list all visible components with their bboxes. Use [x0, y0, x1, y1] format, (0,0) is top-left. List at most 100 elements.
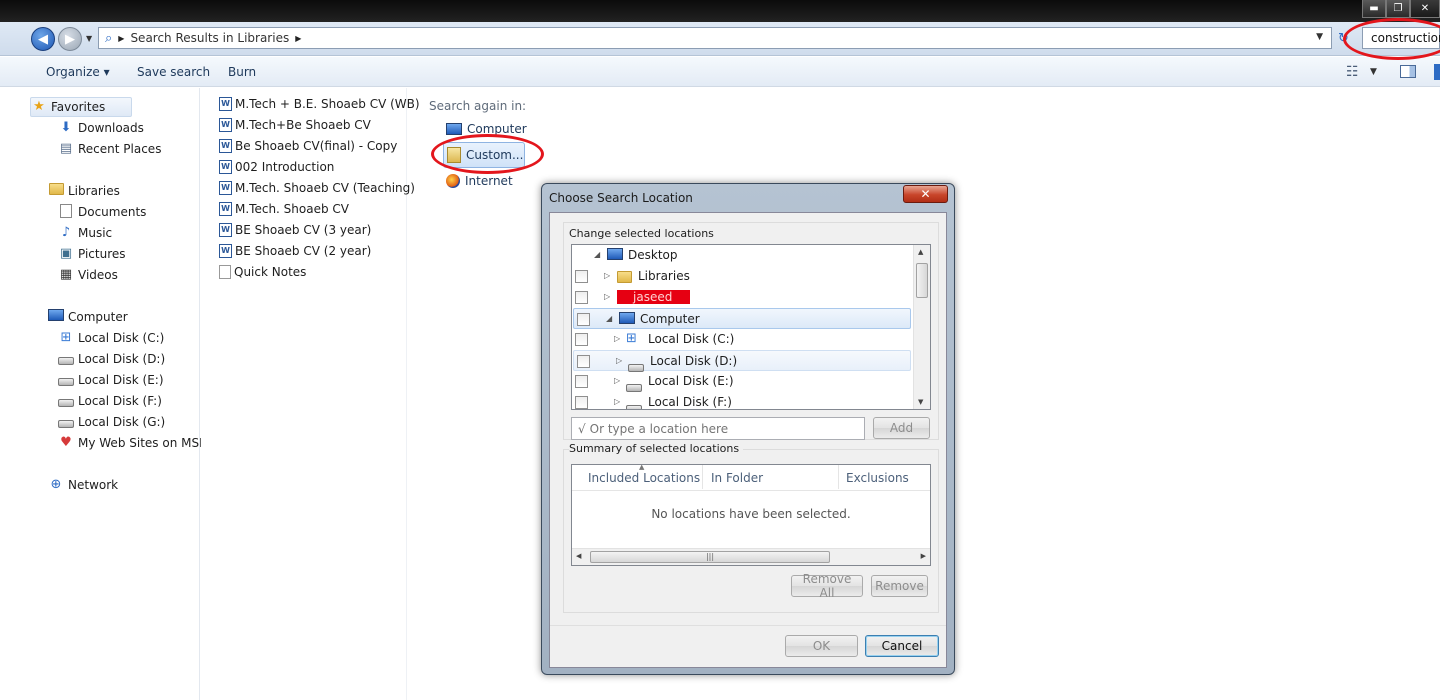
collapse-arrow-icon[interactable]: ◢ — [594, 250, 600, 259]
back-arrow-icon: ◀ — [38, 31, 48, 47]
change-view-icon[interactable]: ☷ — [1346, 64, 1359, 80]
nav-item-disk-c[interactable]: ⊞ Local Disk (C:) — [58, 328, 165, 348]
search-again-internet[interactable]: Internet — [446, 171, 513, 191]
list-item[interactable]: W 002 Introduction — [219, 157, 334, 177]
remove-button[interactable]: Remove — [871, 575, 928, 597]
word-doc-icon: W — [219, 181, 232, 195]
list-item[interactable]: W M.Tech. Shoaeb CV (Teaching) — [219, 178, 415, 198]
expand-arrow-icon[interactable]: ▷ — [616, 356, 622, 365]
nav-item-my-web-sites[interactable]: ♥ My Web Sites on MSN — [58, 433, 208, 453]
breadcrumb-separator-icon[interactable]: ▶ — [118, 34, 124, 43]
tree-item-disk-e[interactable]: ▷ Local Disk (E:) — [572, 371, 910, 392]
breadcrumb-chevron-icon[interactable]: ▶ — [295, 34, 301, 43]
word-doc-icon: W — [219, 160, 232, 174]
nav-item-disk-e[interactable]: Local Disk (E:) — [58, 370, 164, 390]
scroll-thumb[interactable]: ||| — [590, 551, 830, 563]
dialog-divider — [550, 625, 946, 626]
nav-item-downloads[interactable]: ⬇ Downloads — [58, 118, 144, 138]
breadcrumb-search-results[interactable]: Search Results in Libraries — [130, 31, 289, 45]
address-bar[interactable]: ⌕ ▶ Search Results in Libraries ▶ ▼ — [98, 27, 1332, 49]
tree-item-disk-d[interactable]: ▷ Local Disk (D:) — [573, 350, 911, 372]
list-item[interactable]: W BE Shoaeb CV (2 year) — [219, 241, 371, 261]
nav-item-disk-d[interactable]: Local Disk (D:) — [58, 349, 165, 369]
maximize-button[interactable]: ❐ — [1386, 0, 1410, 18]
tree-item-label: Computer — [640, 312, 700, 326]
scroll-left-arrow-icon[interactable]: ◀ — [576, 552, 581, 560]
remove-all-button[interactable]: Remove All — [791, 572, 863, 600]
tree-item-libraries[interactable]: ▷ Libraries — [572, 266, 910, 287]
nav-item-disk-f[interactable]: Local Disk (F:) — [58, 391, 162, 411]
scroll-thumb[interactable] — [916, 263, 928, 298]
scroll-right-arrow-icon[interactable]: ▶ — [921, 552, 926, 560]
add-button[interactable]: Add — [873, 417, 930, 439]
tree-item-desktop[interactable]: ◢ Desktop — [572, 245, 910, 266]
recent-pages-dropdown[interactable]: ▼ — [86, 34, 92, 43]
minimize-button[interactable]: ▬ — [1362, 0, 1386, 18]
location-input[interactable] — [589, 421, 850, 436]
summary-horizontal-scrollbar[interactable]: ◀ ||| ▶ — [572, 548, 930, 565]
list-item[interactable]: W BE Shoaeb CV (3 year) — [219, 220, 371, 240]
nav-network-label: Network — [68, 478, 119, 492]
tree-vertical-scrollbar[interactable]: ▲ ▼ — [913, 245, 930, 409]
column-exclusions[interactable]: Exclusions — [846, 471, 909, 485]
nav-favorites[interactable]: ★ Favorites — [30, 97, 133, 117]
save-search-button[interactable]: Save search — [137, 65, 210, 79]
tree-checkbox[interactable] — [575, 396, 588, 409]
preview-pane-icon[interactable] — [1400, 65, 1416, 78]
collapse-arrow-icon[interactable]: ◢ — [606, 314, 612, 323]
list-item[interactable]: W Be Shoaeb CV(final) - Copy — [219, 136, 397, 156]
view-options-dropdown-icon[interactable]: ▼ — [1370, 67, 1377, 77]
tree-checkbox[interactable] — [575, 375, 588, 388]
file-name: 002 Introduction — [235, 160, 335, 174]
tree-item-disk-f[interactable]: ▷ Local Disk (F:) — [572, 392, 910, 409]
expand-arrow-icon[interactable]: ▷ — [614, 397, 620, 406]
cancel-button[interactable]: Cancel — [865, 635, 939, 657]
tree-item-disk-c[interactable]: ▷ ⊞ Local Disk (C:) — [572, 329, 910, 350]
navigation-pane: ★ Favorites ⬇ Downloads ▤ Recent Places … — [28, 88, 208, 700]
forward-button[interactable]: ▶ — [58, 27, 82, 51]
nav-item-pictures[interactable]: ▣ Pictures — [58, 244, 126, 264]
help-icon[interactable] — [1434, 64, 1440, 80]
libraries-icon — [617, 271, 632, 283]
search-again-internet-label: Internet — [465, 174, 513, 188]
list-item[interactable]: W M.Tech. Shoaeb CV — [219, 199, 349, 219]
scroll-down-arrow-icon[interactable]: ▼ — [918, 398, 923, 406]
tree-checkbox[interactable] — [575, 333, 588, 346]
list-item[interactable]: W M.Tech+Be Shoaeb CV — [219, 115, 371, 135]
expand-arrow-icon[interactable]: ▷ — [614, 334, 620, 343]
column-in-folder[interactable]: In Folder — [711, 471, 763, 485]
close-button[interactable]: ✕ — [1410, 0, 1440, 18]
nav-item-music[interactable]: ♪ Music — [58, 223, 112, 243]
organize-button[interactable]: Organize ▾ — [46, 65, 110, 79]
column-divider[interactable] — [838, 465, 839, 489]
expand-arrow-icon[interactable]: ▷ — [604, 292, 610, 301]
dialog-close-button[interactable]: ✕ — [903, 185, 948, 203]
scroll-up-arrow-icon[interactable]: ▲ — [918, 248, 923, 256]
ok-button[interactable]: OK — [785, 635, 858, 657]
back-button[interactable]: ◀ — [31, 27, 55, 51]
tree-item-computer[interactable]: ◢ Computer — [573, 308, 911, 329]
tree-item-user[interactable]: ▷ jaseed — [572, 287, 910, 308]
expand-arrow-icon[interactable]: ▷ — [614, 376, 620, 385]
location-input-wrapper[interactable]: √ — [571, 417, 865, 440]
expand-arrow-icon[interactable]: ▷ — [604, 271, 610, 280]
nav-computer[interactable]: Computer — [48, 307, 128, 327]
tree-checkbox[interactable] — [575, 270, 588, 283]
nav-item-videos[interactable]: ▦ Videos — [58, 265, 118, 285]
list-item[interactable]: W M.Tech + B.E. Shoaeb CV (WB) — [219, 94, 420, 114]
nav-item-disk-g[interactable]: Local Disk (G:) — [58, 412, 165, 432]
nav-network[interactable]: ⊕ Network — [48, 475, 119, 495]
tree-checkbox[interactable] — [577, 355, 590, 368]
address-dropdown-icon[interactable]: ▼ — [1316, 32, 1323, 42]
tree-checkbox[interactable] — [577, 313, 590, 326]
burn-button[interactable]: Burn — [228, 65, 256, 79]
libraries-icon — [48, 183, 64, 199]
list-item[interactable]: Quick Notes — [219, 262, 306, 282]
nav-item-recent-places[interactable]: ▤ Recent Places — [58, 139, 162, 159]
nav-item-documents[interactable]: Documents — [58, 202, 146, 222]
nav-libraries[interactable]: Libraries — [48, 181, 120, 201]
column-divider[interactable] — [702, 465, 703, 489]
tree-checkbox[interactable] — [575, 291, 588, 304]
word-doc-icon: W — [219, 202, 232, 216]
column-included-locations[interactable]: Included Locations — [588, 471, 700, 485]
